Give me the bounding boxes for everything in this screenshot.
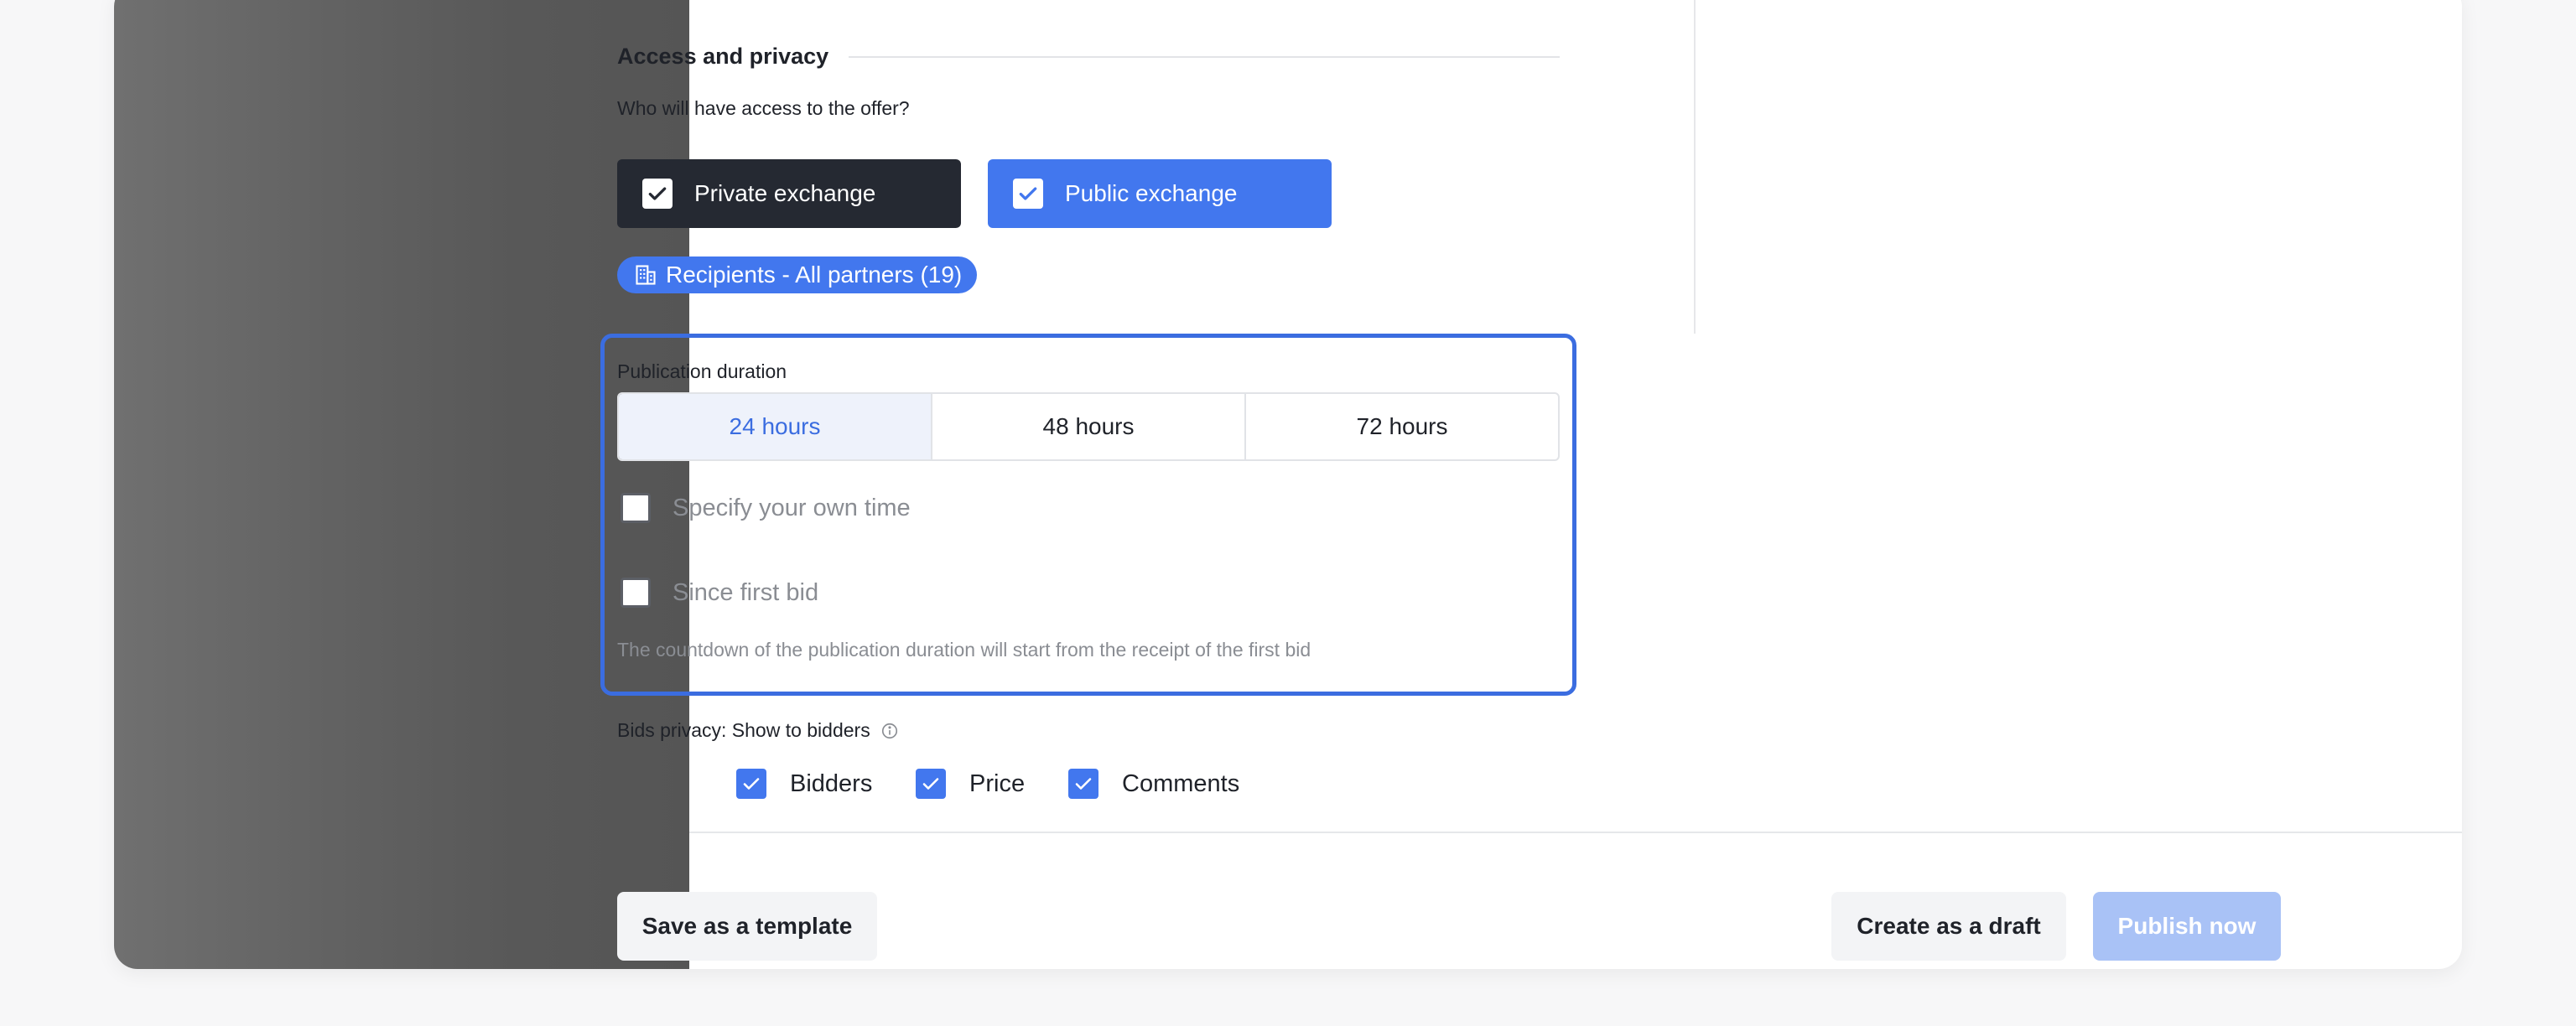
first-bid-option[interactable]: Since first bid [621, 578, 818, 608]
bids-privacy-label: Bids privacy: Show to bidders [617, 719, 899, 742]
check-icon [1013, 179, 1043, 209]
save-template-button[interactable]: Save as a template [617, 892, 877, 961]
duration-option-48[interactable]: 48 hours [931, 394, 1244, 459]
first-bid-checkbox[interactable] [621, 578, 651, 608]
duration-label: Publication duration [617, 360, 787, 382]
own-time-checkbox[interactable] [621, 493, 651, 523]
publish-now-button[interactable]: Publish now [2093, 892, 2281, 961]
duration-selector: 24 hours 48 hours 72 hours [617, 392, 1560, 461]
footer-divider [689, 832, 2462, 833]
bidders-label: Bidders [790, 770, 873, 797]
create-draft-button[interactable]: Create as a draft [1831, 892, 2066, 961]
recipients-chip[interactable]: Recipients - All partners (19) [617, 256, 978, 293]
section-rule [849, 55, 1560, 58]
check-icon[interactable] [1068, 769, 1098, 799]
first-bid-label: Since first bid [673, 578, 819, 606]
comments-option[interactable]: Comments [1068, 769, 1239, 799]
check-icon [642, 179, 673, 209]
duration-option-72[interactable]: 72 hours [1244, 394, 1558, 459]
info-icon[interactable] [880, 722, 899, 740]
check-icon[interactable] [736, 769, 766, 799]
price-label: Price [969, 770, 1026, 797]
own-time-option[interactable]: Specify your own time [621, 493, 911, 523]
private-exchange-toggle[interactable]: Private exchange [617, 159, 961, 228]
private-exchange-label: Private exchange [694, 180, 876, 206]
section-title: Access and privacy [617, 44, 829, 69]
section-heading: Access and privacy [617, 44, 1560, 70]
check-icon[interactable] [916, 769, 946, 799]
bids-privacy-text: Bids privacy: Show to bidders [617, 719, 870, 741]
public-exchange-toggle[interactable]: Public exchange [988, 159, 1332, 228]
building-icon [634, 263, 657, 287]
first-bid-hint: The countdown of the publication duratio… [617, 639, 1311, 661]
duration-option-24[interactable]: 24 hours [619, 394, 931, 459]
public-exchange-label: Public exchange [1065, 180, 1238, 206]
comments-label: Comments [1122, 770, 1240, 797]
own-time-label: Specify your own time [673, 494, 911, 521]
recipients-chip-label: Recipients - All partners (19) [666, 262, 963, 288]
bidders-option[interactable]: Bidders [736, 769, 872, 799]
column-divider [1694, 0, 1696, 334]
access-question: Who will have access to the offer? [617, 97, 910, 119]
price-option[interactable]: Price [916, 769, 1025, 799]
